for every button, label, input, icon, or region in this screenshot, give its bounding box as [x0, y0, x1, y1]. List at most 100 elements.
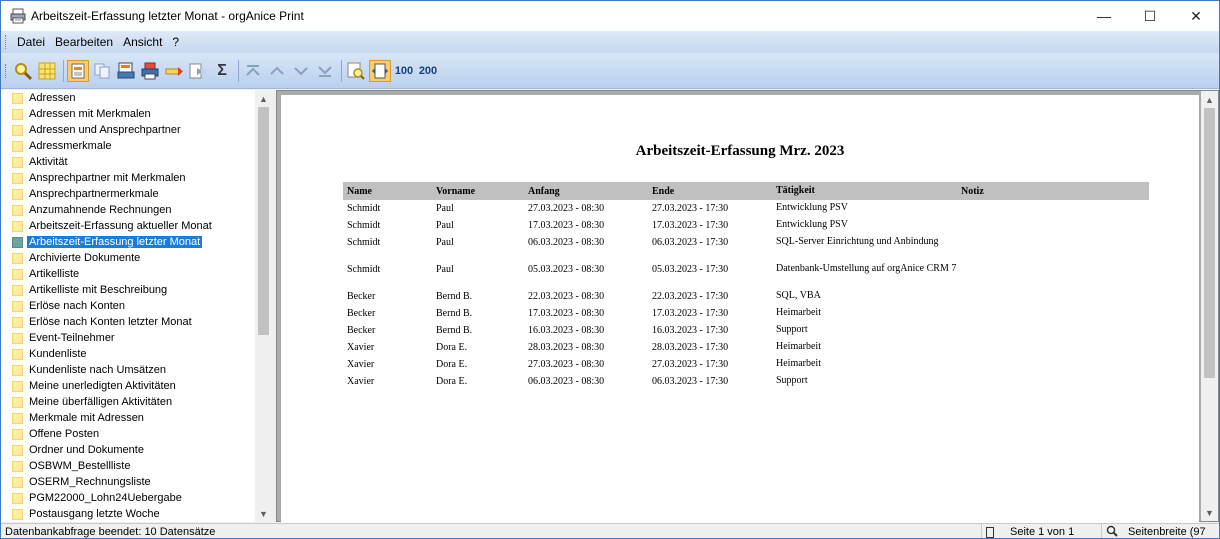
report-list-item[interactable]: Ordner und Dokumente [1, 442, 255, 458]
report-list-item[interactable]: Merkmale mit Adressen [1, 410, 255, 426]
report-list-item[interactable]: Kundenliste nach Umsätzen [1, 362, 255, 378]
report-icon[interactable] [67, 59, 89, 82]
import-icon[interactable] [187, 60, 209, 82]
table-cell: 17.03.2023 - 17:30 [652, 308, 729, 319]
scroll-down-icon[interactable]: ▼ [255, 505, 272, 522]
folder-icon [12, 108, 23, 120]
report-list-item[interactable]: Event-Teilnehmer [1, 330, 255, 346]
column-header: Tätigkeit [776, 185, 815, 196]
window-title: Arbeitszeit-Erfassung letzter Monat - or… [31, 9, 304, 23]
table-row: Xavier Dora E. 27.03.2023 - 08:30 27.03.202… [343, 356, 1149, 373]
close-button[interactable]: ✕ [1173, 1, 1219, 31]
folder-icon [12, 508, 23, 520]
table-cell: Schmidt [347, 237, 381, 248]
report-list-item[interactable]: Aktivität [1, 154, 255, 170]
table-icon[interactable] [36, 60, 58, 82]
table-cell: Becker [347, 308, 376, 319]
column-header: Anfang [528, 185, 560, 197]
report-list-item[interactable]: OSERM_Rechnungsliste [1, 474, 255, 490]
report-list-item-label: Offene Posten [29, 428, 100, 440]
zoom-200-button[interactable]: 200 [417, 60, 439, 82]
report-list-item[interactable]: Meine unerledigten Aktivitäten [1, 378, 255, 394]
folder-icon [12, 204, 23, 216]
report-list-item-label: Event-Teilnehmer [29, 332, 115, 344]
report-header-row: Name Vorname Anfang Ende Tätigkeit Notiz [343, 182, 1149, 200]
table-cell: 06.03.2023 - 17:30 [652, 376, 729, 387]
scroll-up-icon[interactable]: ▲ [1201, 91, 1218, 108]
menu-help[interactable]: ? [167, 35, 184, 49]
report-list-item[interactable]: Adressen und Ansprechpartner [1, 122, 255, 138]
zoom-icon[interactable] [345, 60, 367, 82]
report-list-item-label: Meine überfälligen Aktivitäten [29, 396, 173, 408]
folder-icon [12, 140, 23, 152]
first-page-icon[interactable] [242, 60, 264, 82]
table-cell: 28.03.2023 - 17:30 [652, 342, 729, 353]
title-bar: Arbeitszeit-Erfassung letzter Monat - or… [1, 1, 1219, 31]
folder-icon [12, 236, 23, 248]
previous-page-icon[interactable] [266, 60, 288, 82]
printer-icon[interactable] [139, 60, 161, 82]
report-list-item[interactable]: Erlöse nach Konten letzter Monat [1, 314, 255, 330]
sum-icon[interactable]: Σ [211, 60, 233, 82]
report-list-item[interactable]: Arbeitszeit-Erfassung aktueller Monat [1, 218, 255, 234]
scroll-thumb[interactable] [258, 107, 269, 335]
print-preview-icon[interactable] [115, 60, 137, 82]
app-window: Arbeitszeit-Erfassung letzter Monat - or… [0, 0, 1220, 539]
folder-icon [12, 220, 23, 232]
table-cell: 06.03.2023 - 08:30 [528, 237, 605, 248]
zoom-100-button[interactable]: 100 [393, 60, 415, 82]
menu-ansicht[interactable]: Ansicht [118, 35, 167, 49]
minimize-button[interactable]: — [1081, 1, 1127, 31]
report-list-item[interactable]: Archivierte Dokumente [1, 250, 255, 266]
print-preview-area: Arbeitszeit-Erfassung Mrz. 2023 Name Vor… [276, 90, 1219, 523]
report-list-item[interactable]: Kundenliste [1, 346, 255, 362]
report-rows: Schmidt Paul 27.03.2023 - 08:30 27.03.2023 … [343, 200, 1149, 390]
search-icon[interactable] [12, 60, 34, 82]
report-list-item[interactable]: Postausgang letzte Woche [1, 506, 255, 522]
report-list-item[interactable]: Erlöse nach Konten [1, 298, 255, 314]
report-list-item-label: Ordner und Dokumente [29, 444, 144, 456]
report-list-item[interactable]: OSBWM_Bestellliste [1, 458, 255, 474]
table-cell: Heimarbeit [776, 307, 821, 318]
table-cell: Support [776, 375, 808, 386]
table-cell: 27.03.2023 - 17:30 [652, 203, 729, 214]
report-list-item[interactable]: Artikelliste [1, 266, 255, 282]
toolbar-grip[interactable] [5, 63, 8, 78]
report-list-item[interactable]: PGM22000_Lohn24Uebergabe [1, 490, 255, 506]
table-cell: Xavier [347, 342, 375, 353]
report-list-item[interactable]: Adressen [1, 90, 255, 106]
report-list-scrollbar[interactable]: ▲ ▼ [255, 90, 272, 522]
report-list-item[interactable]: Anzumahnende Rechnungen [1, 202, 255, 218]
next-page-icon[interactable] [290, 60, 312, 82]
report-list: Adressen Adressen mit Merkmalen Adressen u… [1, 90, 255, 522]
menu-grip[interactable] [5, 35, 8, 49]
menu-datei[interactable]: Datei [12, 35, 50, 49]
table-row: Becker Bernd B. 17.03.2023 - 08:30 17.03.20… [343, 305, 1149, 322]
report-list-item[interactable]: Meine überfälligen Aktivitäten [1, 394, 255, 410]
scroll-down-icon[interactable]: ▼ [1201, 504, 1218, 521]
report-list-item[interactable]: Adressen mit Merkmalen [1, 106, 255, 122]
export-icon[interactable] [163, 60, 185, 82]
table-row: Schmidt Paul 27.03.2023 - 08:30 27.03.2023 … [343, 200, 1149, 217]
table-cell: 17.03.2023 - 17:30 [652, 220, 729, 231]
scroll-thumb[interactable] [1204, 108, 1215, 378]
report-list-item[interactable]: Adressmerkmale [1, 138, 255, 154]
report-list-item[interactable]: Offene Posten [1, 426, 255, 442]
page-width-icon[interactable] [369, 59, 391, 82]
folder-icon [12, 444, 23, 456]
copy-icon[interactable] [91, 60, 113, 82]
scroll-up-icon[interactable]: ▲ [255, 90, 272, 107]
report-list-item[interactable]: Ansprechpartner mit Merkmalen [1, 170, 255, 186]
maximize-button[interactable]: ☐ [1127, 1, 1173, 31]
report-list-item[interactable]: Arbeitszeit-Erfassung letzter Monat [1, 234, 255, 250]
table-cell: Xavier [347, 376, 375, 387]
preview-scrollbar[interactable]: ▲ ▼ [1201, 91, 1218, 521]
folder-icon [12, 124, 23, 136]
column-header: Notiz [961, 185, 984, 197]
report-list-item[interactable]: Artikelliste mit Beschreibung [1, 282, 255, 298]
report-list-item[interactable]: Ansprechpartnermerkmale [1, 186, 255, 202]
last-page-icon[interactable] [314, 60, 336, 82]
menu-bearbeiten[interactable]: Bearbeiten [50, 35, 118, 49]
table-cell: 17.03.2023 - 08:30 [528, 308, 605, 319]
folder-icon [12, 284, 23, 296]
